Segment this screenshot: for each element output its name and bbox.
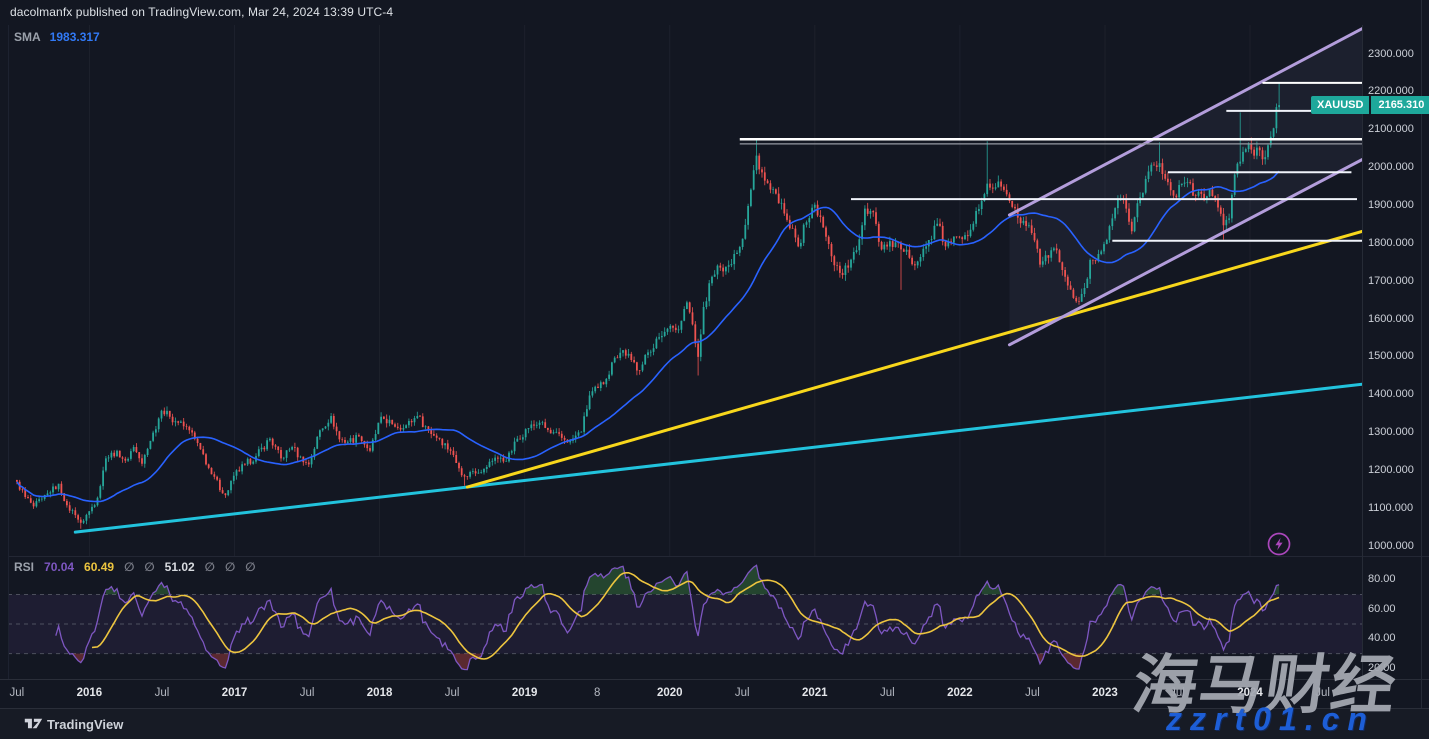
price-axis-label: 2100.000	[1368, 123, 1414, 135]
rsi-legend-value: ∅	[245, 560, 255, 574]
price-axis-label: 1100.000	[1368, 502, 1413, 514]
tradingview-published-chart: dacolmanfx published on TradingView.com,…	[0, 0, 1429, 739]
price-axis-label: 1500.000	[1368, 350, 1414, 362]
time-axis-label-2021: 2021	[802, 687, 828, 699]
sma-legend-title: SMA	[14, 30, 41, 44]
sma-legend[interactable]: SMA 1983.317	[14, 30, 100, 44]
price-axis-label: 1200.000	[1368, 464, 1414, 476]
time-axis-label-2023: 2023	[1092, 687, 1118, 699]
flash-badge-icon	[1266, 531, 1292, 557]
time-axis-label-8: 8	[594, 687, 600, 699]
price-axis-label: 1700.000	[1368, 275, 1414, 287]
time-axis-label-Jul: Jul	[10, 687, 25, 699]
cyan-support-trendline[interactable]	[75, 384, 1362, 532]
watermark-url: zzrt01.cn	[1166, 701, 1375, 738]
price-axis-label: 2300.000	[1368, 48, 1414, 60]
time-axis-label-Jul: Jul	[880, 687, 895, 699]
candle-wicks-up	[36, 83, 1279, 524]
rsi-legend-values: 70.04 60.49 ∅ ∅ 51.02 ∅ ∅ ∅	[44, 560, 256, 574]
time-axis-label-Jul: Jul	[155, 687, 170, 699]
sma-legend-value: 1983.317	[50, 30, 100, 44]
time-axis-label-2022: 2022	[947, 687, 973, 699]
rsi-legend-value: ∅	[144, 560, 154, 574]
price-axis-label: 1300.000	[1368, 426, 1414, 438]
rsi-legend-value: ∅	[124, 560, 134, 574]
last-price-value: 2165.310	[1371, 96, 1429, 114]
time-axis-label-2020: 2020	[657, 687, 683, 699]
time-axis-label-2016: 2016	[77, 687, 103, 699]
main-price-pane[interactable]	[16, 25, 1363, 556]
rsi-legend-value: 70.04	[44, 560, 74, 574]
time-axis-label-Jul: Jul	[735, 687, 750, 699]
time-axis-label-Jul: Jul	[300, 687, 315, 699]
price-axis-label: 1600.000	[1368, 313, 1414, 325]
time-axis-label-2019: 2019	[512, 687, 538, 699]
rsi-axis-label: 60.00	[1368, 603, 1396, 615]
tradingview-brand-label[interactable]: TradingView	[47, 717, 123, 732]
symbol-label: XAUUSD	[1311, 96, 1369, 114]
time-axis-label-Jul: Jul	[445, 687, 460, 699]
tradingview-logo-icon[interactable]	[24, 716, 43, 731]
price-axis-label: 1400.000	[1368, 388, 1414, 400]
candle-bodies-up	[36, 105, 1281, 523]
left-pane-border	[8, 25, 9, 679]
time-axis-label-Jul: Jul	[1025, 687, 1040, 699]
last-price-tag: XAUUSD 2165.310	[1311, 96, 1429, 114]
rsi-legend-value: 60.49	[84, 560, 114, 574]
rsi-legend-value: ∅	[225, 560, 235, 574]
rsi-extreme-fill	[526, 585, 543, 595]
price-axis-label: 1000.000	[1368, 540, 1414, 552]
rsi-legend-value: ∅	[205, 560, 215, 574]
time-axis-label-2017: 2017	[222, 687, 248, 699]
publish-info: dacolmanfx published on TradingView.com,…	[10, 5, 393, 19]
chart-canvas[interactable]	[0, 0, 1429, 739]
rsi-legend-title: RSI	[14, 560, 34, 574]
price-axis-label: 2000.000	[1368, 161, 1414, 173]
pane-separator-main-rsi[interactable]	[8, 556, 1429, 557]
time-axis-label-2018: 2018	[367, 687, 393, 699]
price-axis-border	[1362, 25, 1363, 679]
rsi-axis-label: 80.00	[1368, 573, 1396, 585]
price-axis-label: 1800.000	[1368, 237, 1414, 249]
rsi-legend-value: 51.02	[165, 560, 195, 574]
rsi-legend[interactable]: RSI 70.04 60.49 ∅ ∅ 51.02 ∅ ∅ ∅	[14, 560, 256, 574]
price-axis-label: 1900.000	[1368, 199, 1414, 211]
